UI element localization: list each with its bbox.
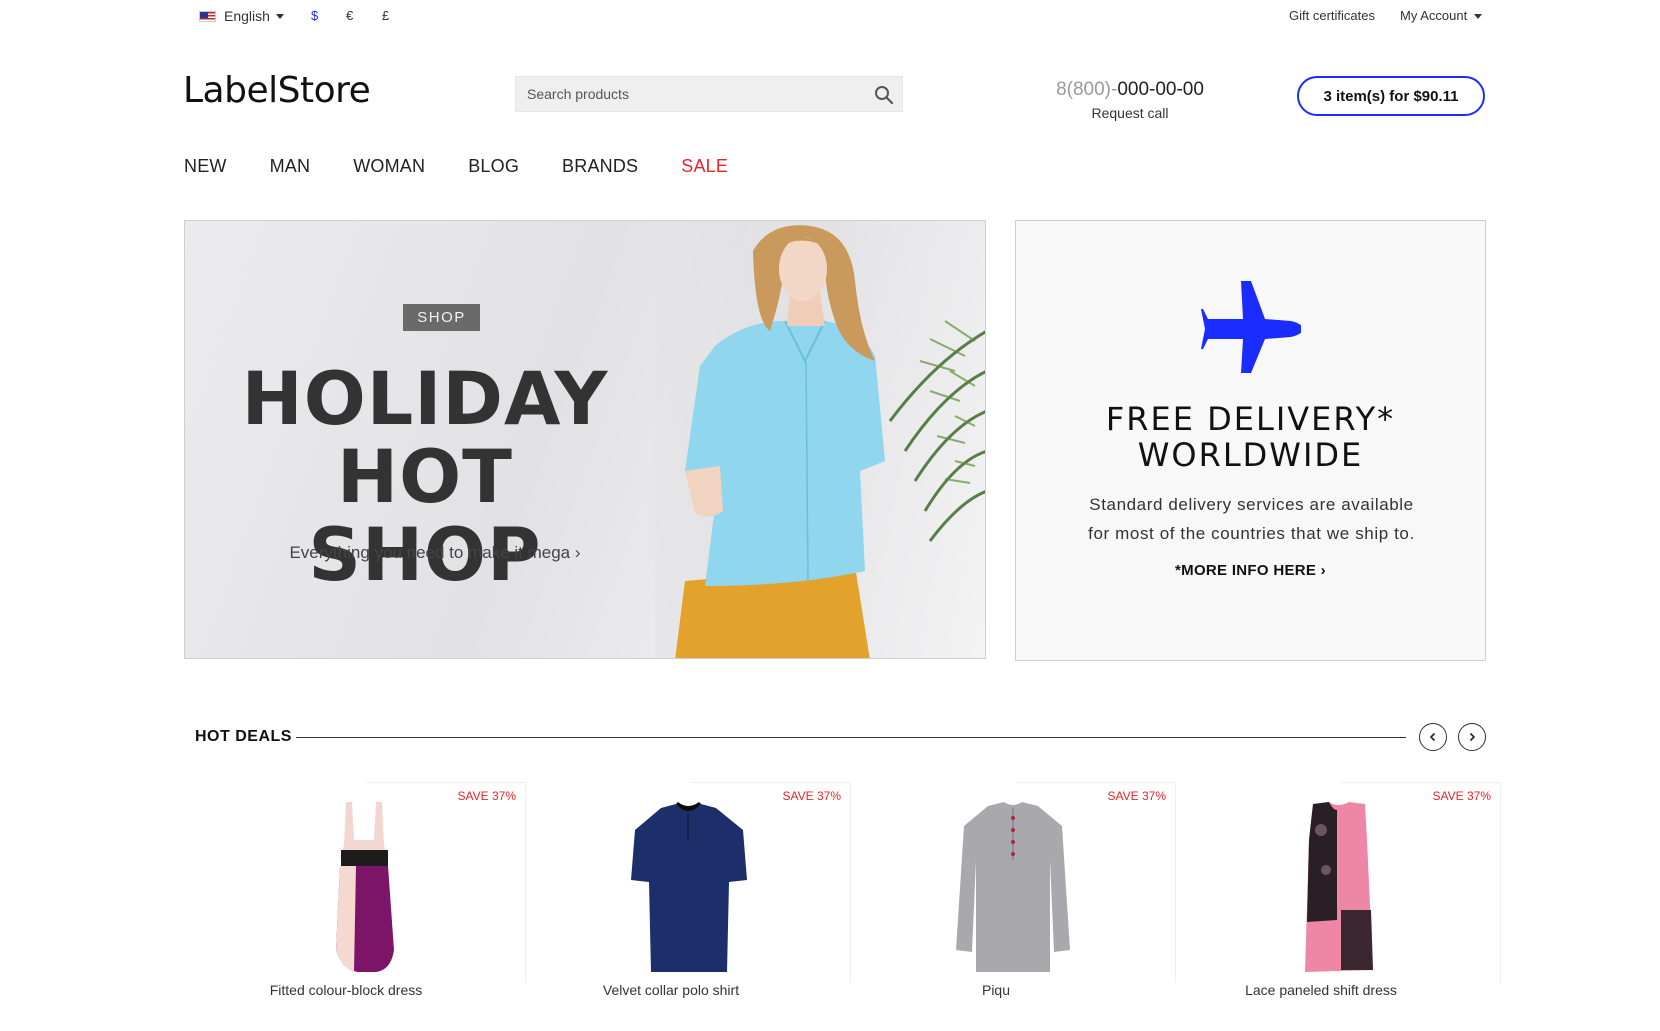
search-icon[interactable] xyxy=(874,85,894,105)
product-image xyxy=(336,802,394,972)
phone-main: 000-00-00 xyxy=(1117,79,1204,100)
nav-sale[interactable]: SALE xyxy=(681,156,728,177)
delivery-title-line-2: WORLDWIDE xyxy=(1137,436,1364,474)
hot-deals-heading: HOT DEALS xyxy=(195,728,292,745)
delivery-text-line-1: Standard delivery services are available xyxy=(1089,495,1414,514)
product-name[interactable]: Lace paneled shift dress xyxy=(1176,982,1466,998)
free-delivery-panel: FREE DELIVERY* WORLDWIDE Standard delive… xyxy=(1015,220,1486,661)
chevron-left-icon xyxy=(1429,732,1436,742)
carousel-prev-button[interactable] xyxy=(1419,723,1447,751)
carousel-next-button[interactable] xyxy=(1458,723,1486,751)
product-card[interactable]: SAVE 37% Velvet collar polo shirt xyxy=(526,782,851,1002)
chevron-down-icon xyxy=(1473,14,1482,20)
save-badge: SAVE 37% xyxy=(782,789,841,803)
site-logo[interactable]: LabelStore xyxy=(183,70,371,111)
product-card[interactable]: SAVE 37% Fitted colour-block dress xyxy=(201,782,526,1002)
hero-subtitle-link[interactable]: Everything you need to make it mega › xyxy=(215,543,655,563)
delivery-title-line-1: FREE DELIVERY* xyxy=(1105,400,1396,438)
delivery-text-line-2: for most of the countries that we ship t… xyxy=(1088,524,1415,543)
nav-woman[interactable]: WOMAN xyxy=(353,156,425,177)
save-badge: SAVE 37% xyxy=(457,789,516,803)
delivery-description: Standard delivery services are available… xyxy=(1056,490,1447,548)
airplane-icon xyxy=(1201,281,1301,373)
product-card[interactable]: SAVE 37% Lace paneled shift dress xyxy=(1176,782,1501,1002)
hero-title-line-1: HOLIDAY xyxy=(241,357,609,442)
save-badge: SAVE 37% xyxy=(1107,789,1166,803)
my-account-label: My Account xyxy=(1400,8,1468,23)
currency-eur[interactable]: € xyxy=(346,8,353,23)
product-card[interactable]: SAVE 37% Piqu xyxy=(851,782,1176,1002)
currency-gbp[interactable]: £ xyxy=(382,8,389,23)
nav-brands[interactable]: BRANDS xyxy=(562,156,638,177)
top-bar: English $ € £ Gift certificates My Accou… xyxy=(0,0,1660,34)
request-call-link[interactable]: Request call xyxy=(1054,105,1206,121)
more-info-link[interactable]: *MORE INFO HERE › xyxy=(1016,562,1485,579)
product-name[interactable]: Piqu xyxy=(851,982,1141,998)
my-account-menu[interactable]: My Account xyxy=(1400,8,1482,23)
delivery-title: FREE DELIVERY* WORLDWIDE xyxy=(1016,401,1485,473)
shop-tag: SHOP xyxy=(403,304,480,331)
hero-title-line-2: HOT SHOP xyxy=(308,435,542,598)
language-selector[interactable]: English xyxy=(199,8,284,24)
phone-number: 8(800)-000-00-00 xyxy=(1054,79,1206,101)
model-image xyxy=(675,225,985,658)
product-name[interactable]: Velvet collar polo shirt xyxy=(526,982,816,998)
nav-new[interactable]: NEW xyxy=(184,156,227,177)
product-name[interactable]: Fitted colour-block dress xyxy=(201,982,491,998)
search-input[interactable] xyxy=(516,77,856,111)
product-image xyxy=(956,802,1070,972)
currency-usd[interactable]: $ xyxy=(311,8,318,23)
product-image xyxy=(631,802,747,972)
chevron-down-icon xyxy=(275,13,284,19)
gift-certificates-link[interactable]: Gift certificates xyxy=(1289,8,1375,23)
cart-button[interactable]: 3 item(s) for $90.11 xyxy=(1297,76,1485,116)
nav-blog[interactable]: BLOG xyxy=(468,156,519,177)
chevron-right-icon xyxy=(1469,732,1476,742)
save-badge: SAVE 37% xyxy=(1432,789,1491,803)
us-flag-icon xyxy=(199,10,216,22)
search-bar xyxy=(515,76,903,112)
language-label: English xyxy=(224,8,270,24)
hero-banner[interactable]: SHOP HOLIDAY HOT SHOP Everything you nee… xyxy=(184,220,986,659)
phone-prefix: 8(800)- xyxy=(1056,79,1118,100)
main-nav: NEW MAN WOMAN BLOG BRANDS SALE xyxy=(184,156,771,177)
section-divider xyxy=(296,737,1406,738)
nav-man[interactable]: MAN xyxy=(270,156,311,177)
product-image xyxy=(1305,802,1373,972)
